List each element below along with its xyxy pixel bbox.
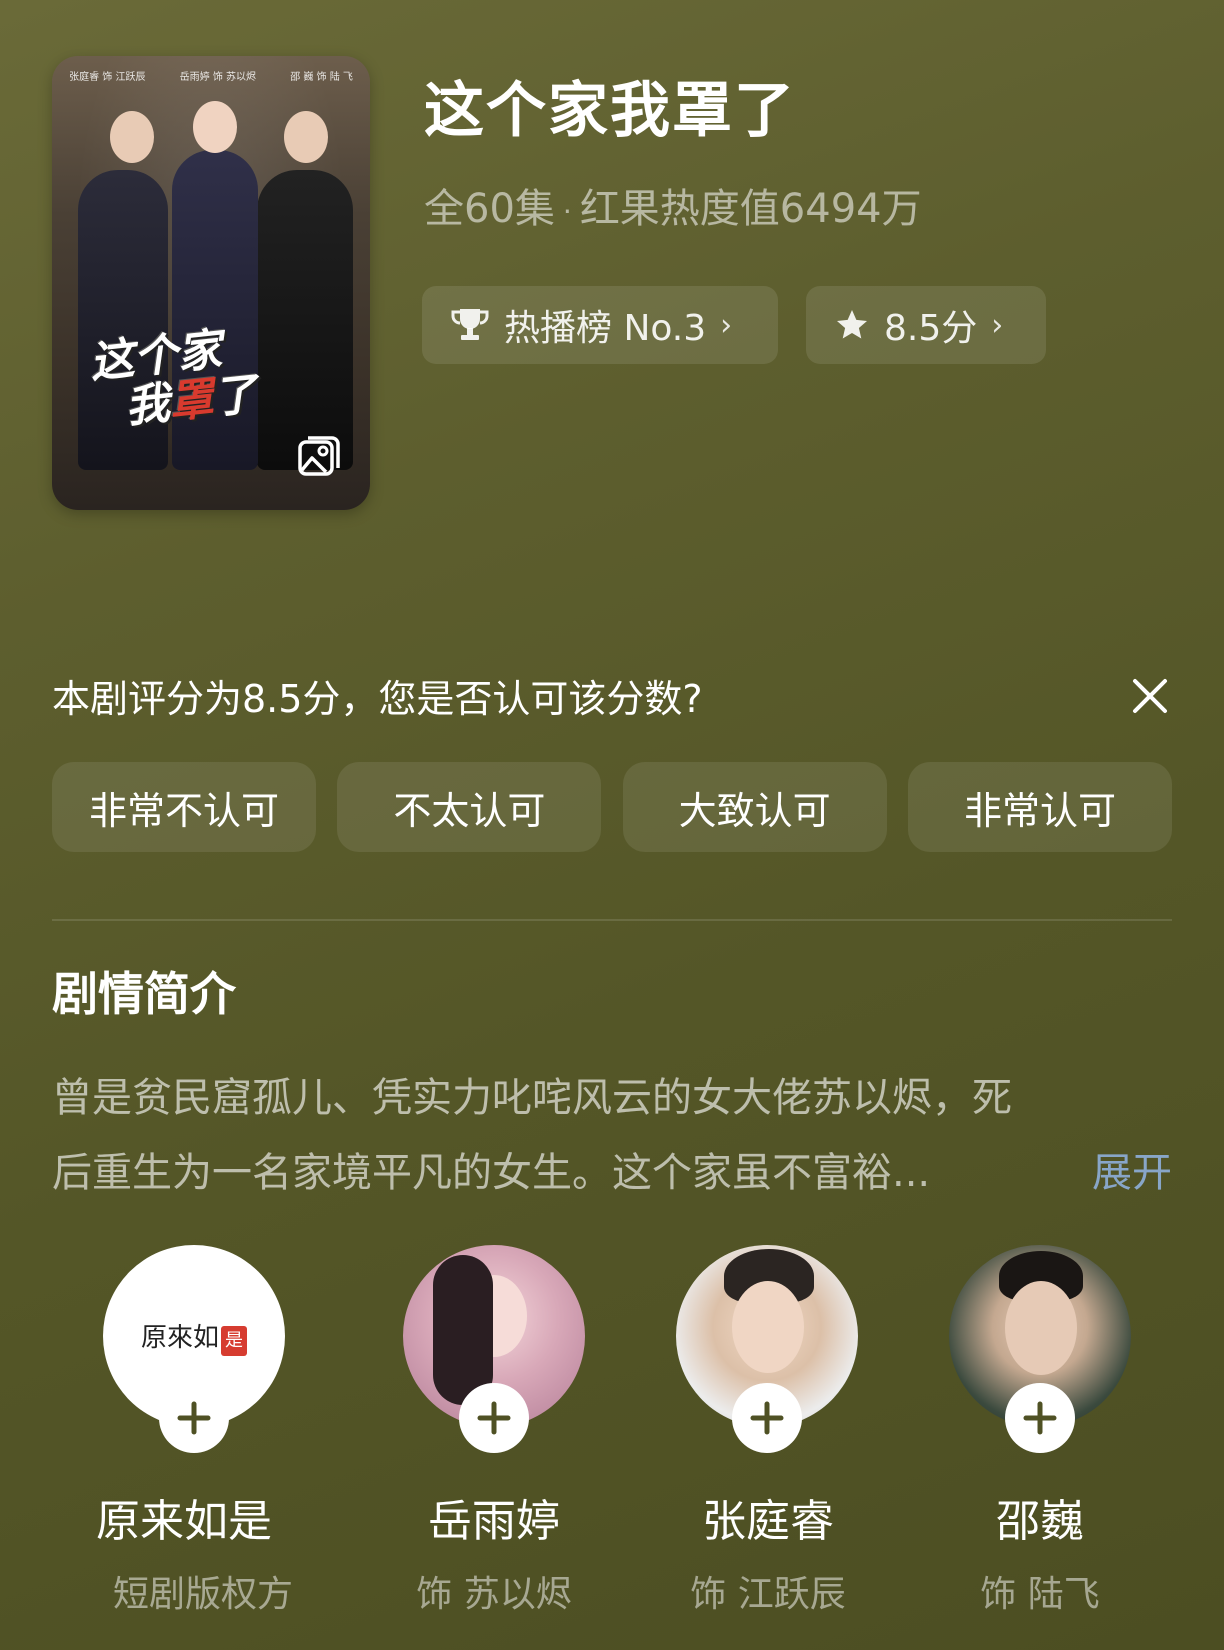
cast-name: 原来如是: [96, 1496, 272, 1547]
score-label: 8.5分: [884, 308, 978, 349]
rank-badge-button[interactable]: 热播榜 No.3 ›: [422, 286, 778, 364]
cast-list: 原來如是 原来如是 短剧版权方 岳雨婷 饰 苏以烬 张庭睿 饰 江跃辰 邵巍 饰…: [0, 1245, 1224, 1625]
trophy-icon: [451, 309, 489, 340]
plus-icon: [477, 1401, 511, 1435]
section-divider: [52, 919, 1172, 921]
poster-head: [284, 111, 328, 163]
cast-role: 短剧版权方: [112, 1574, 293, 1615]
cast-name: 岳雨婷: [428, 1496, 560, 1547]
cast-role: 饰 苏以烬: [416, 1574, 572, 1615]
show-meta: 全60集 · 红果热度值6494万: [424, 176, 922, 234]
expand-synopsis-link[interactable]: 展开: [1092, 1140, 1172, 1198]
plus-icon: [1023, 1401, 1057, 1435]
synopsis-text-line-1: 曾是贫民窟孤儿、凭实力叱咤风云的女大佬苏以烬，死: [52, 1075, 1012, 1121]
poster-head: [110, 111, 154, 163]
rating-question: 本剧评分为8.5分，您是否认可该分数?: [52, 677, 703, 721]
cast-role: 饰 江跃辰: [690, 1574, 846, 1615]
poster-cast-3: 邵 巍 饰 陆 飞: [290, 72, 353, 83]
chevron-right-icon: ›: [720, 307, 733, 343]
meta-separator: ·: [562, 194, 572, 228]
poster-cast-strip: 张庭睿 饰 江跃辰 岳雨婷 饰 苏以烬 邵 巍 饰 陆 飞: [52, 68, 370, 83]
poster-cast-2: 岳雨婷 饰 苏以烬: [179, 72, 256, 83]
poster-image[interactable]: 张庭睿 饰 江跃辰 岳雨婷 饰 苏以烬 邵 巍 饰 陆 飞 这个家 我罩了: [52, 56, 370, 510]
rating-options: 非常不认可 不太认可 大致认可 非常认可: [52, 762, 1172, 852]
rating-option-strongly-agree[interactable]: 非常认可: [907, 762, 1172, 852]
rating-option-strongly-disagree[interactable]: 非常不认可: [52, 762, 316, 852]
synopsis-text-line-2: 后重生为一名家境平凡的女生。这个家虽不富裕...: [52, 1150, 931, 1196]
star-icon: [837, 310, 867, 339]
heat-value: 红果热度值6494万: [579, 186, 922, 232]
follow-button[interactable]: [159, 1383, 229, 1453]
rating-option-disagree[interactable]: 不太认可: [337, 762, 602, 852]
poster-cast-1: 张庭睿 饰 江跃辰: [69, 72, 146, 83]
plus-icon: [177, 1401, 211, 1435]
cast-role: 饰 陆飞: [980, 1574, 1100, 1615]
rank-label: 热播榜 No.3: [504, 308, 707, 349]
score-badge-button[interactable]: 8.5分 ›: [806, 286, 1046, 364]
chevron-right-icon: ›: [991, 307, 1004, 343]
episode-count: 全60集: [424, 186, 555, 232]
rating-option-agree[interactable]: 大致认可: [622, 762, 887, 852]
plus-icon: [750, 1401, 784, 1435]
follow-button[interactable]: [1005, 1383, 1075, 1453]
publisher-logo: 原來如是: [141, 1317, 247, 1356]
follow-button[interactable]: [459, 1383, 529, 1453]
cast-name: 张庭睿: [702, 1496, 834, 1547]
show-title: 这个家我罩了: [424, 76, 796, 146]
close-icon[interactable]: [1130, 676, 1170, 716]
poster-head: [193, 101, 237, 153]
follow-button[interactable]: [732, 1383, 802, 1453]
gallery-icon[interactable]: [296, 432, 344, 480]
synopsis-heading: 剧情简介: [52, 967, 236, 1021]
cast-name: 邵巍: [996, 1496, 1084, 1547]
